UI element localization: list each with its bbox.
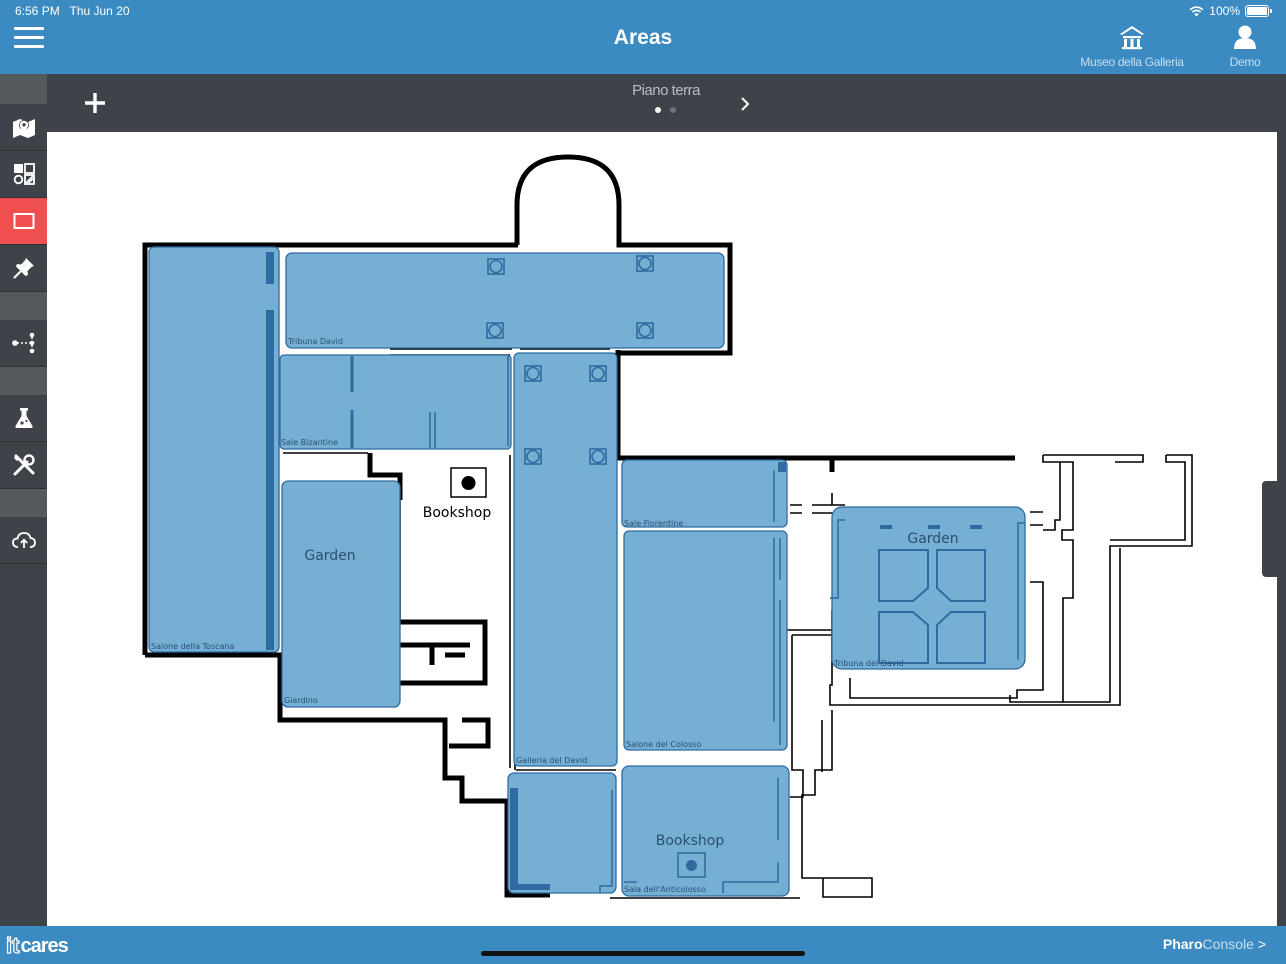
area-salone-della-toscana[interactable]	[148, 246, 280, 653]
flask-icon	[14, 408, 33, 428]
page-dot	[670, 107, 676, 113]
cloud-upload-icon	[11, 532, 36, 548]
menu-line-icon	[14, 27, 44, 30]
menu-line-icon	[14, 45, 44, 48]
hamburger-menu-button[interactable]	[14, 27, 44, 49]
menu-line-icon	[14, 36, 44, 39]
sidebar-item-settings[interactable]	[0, 442, 47, 489]
poi-label-garden-right: Garden	[907, 531, 958, 547]
user-icon	[1234, 25, 1256, 49]
sidebar-spacer	[0, 367, 47, 395]
poi-label-bookshop-top: Bookshop	[423, 505, 492, 521]
area-sale-bizantine[interactable]	[279, 354, 512, 450]
venue-button[interactable]: Museo della Galleria	[1072, 24, 1192, 69]
floor-plan: Bookshop Garden Garden Bookshop Tribuna …	[142, 154, 1193, 899]
floor-name: Piano terra	[632, 82, 700, 99]
sidebar-item-paths[interactable]	[0, 320, 47, 367]
logo-cares: cares	[20, 934, 68, 957]
area-label: Tribuna David	[287, 337, 343, 346]
home-indicator	[481, 951, 805, 956]
area-label: Sala dell'Anticolosso	[624, 885, 706, 894]
path-nodes-icon	[11, 332, 34, 354]
area-label: Sale Bizantine	[281, 438, 338, 447]
sidebar-item-maps[interactable]	[0, 104, 47, 151]
status-date: Thu Jun 20	[69, 4, 130, 18]
status-time: 6:56 PM Thu Jun 20	[15, 4, 130, 18]
add-area-button[interactable]	[82, 90, 108, 116]
user-label: Demo	[1229, 55, 1261, 69]
sidebar-item-lab[interactable]	[0, 395, 47, 442]
area-sale-fiorentine[interactable]	[621, 459, 788, 528]
console-word: Console	[1202, 936, 1254, 952]
top-navigation-bar: 6:56 PM Thu Jun 20 100% Areas Museo dell…	[0, 0, 1286, 74]
battery-icon	[1245, 5, 1269, 17]
poi-label-bookshop-bottom: Bookshop	[656, 833, 725, 849]
area-tribuna-david[interactable]	[285, 252, 725, 349]
area-label: Sale Fiorentine	[624, 519, 683, 528]
map-pin-icon	[12, 119, 35, 138]
area-polygons	[148, 246, 1026, 897]
bottom-bar	[0, 926, 1286, 964]
sidebar-spacer	[0, 489, 47, 517]
tools-icon	[13, 454, 35, 476]
next-floor-chevron-icon[interactable]	[736, 94, 754, 114]
floor-page-dots	[655, 107, 676, 113]
itcares-logo: it cares	[5, 932, 68, 959]
rectangle-icon	[13, 213, 34, 229]
page-dot-active	[655, 107, 661, 113]
area-salone-del-colosso[interactable]	[623, 530, 788, 751]
museum-icon	[1120, 26, 1144, 50]
venue-label: Museo della Galleria	[1080, 55, 1184, 69]
area-galleria-del-david[interactable]	[513, 352, 618, 767]
bookshop-marker-top[interactable]	[450, 467, 487, 498]
area-label: Tribuna del David	[833, 659, 904, 668]
pharo-console-link[interactable]: PharoConsole >	[1163, 936, 1266, 952]
area-giardino[interactable]	[281, 480, 401, 708]
console-arrow-icon: >	[1257, 936, 1266, 952]
area-label: Giardino	[284, 696, 318, 705]
area-label: Salone della Toscana	[151, 642, 234, 651]
status-clock: 6:56 PM	[15, 4, 60, 18]
battery-percent: 100%	[1209, 4, 1240, 18]
area-annex[interactable]	[507, 772, 617, 894]
side-drawer-handle[interactable]	[1262, 481, 1286, 577]
sidebar-item-dashboard[interactable]	[0, 151, 47, 198]
sidebar-spacer	[0, 292, 47, 320]
sidebar	[0, 74, 47, 927]
sidebar-item-areas[interactable]	[0, 198, 47, 245]
pushpin-icon	[12, 258, 34, 279]
wifi-icon	[1189, 5, 1204, 16]
sidebar-spacer	[0, 74, 47, 104]
console-brand: Pharo	[1162, 936, 1203, 952]
sidebar-item-pois[interactable]	[0, 245, 47, 292]
user-button[interactable]: Demo	[1220, 24, 1270, 69]
status-indicators: 100%	[1189, 4, 1272, 18]
area-label: Galleria del David	[516, 756, 587, 765]
area-label: Salone del Colosso	[626, 740, 701, 749]
sidebar-item-sync[interactable]	[0, 517, 47, 564]
logo-it: it	[5, 932, 20, 958]
poi-label-garden-left: Garden	[304, 548, 355, 564]
floor-map-canvas[interactable]: Bookshop Garden Garden Bookshop Tribuna …	[47, 132, 1277, 926]
grid-icon	[13, 163, 35, 185]
